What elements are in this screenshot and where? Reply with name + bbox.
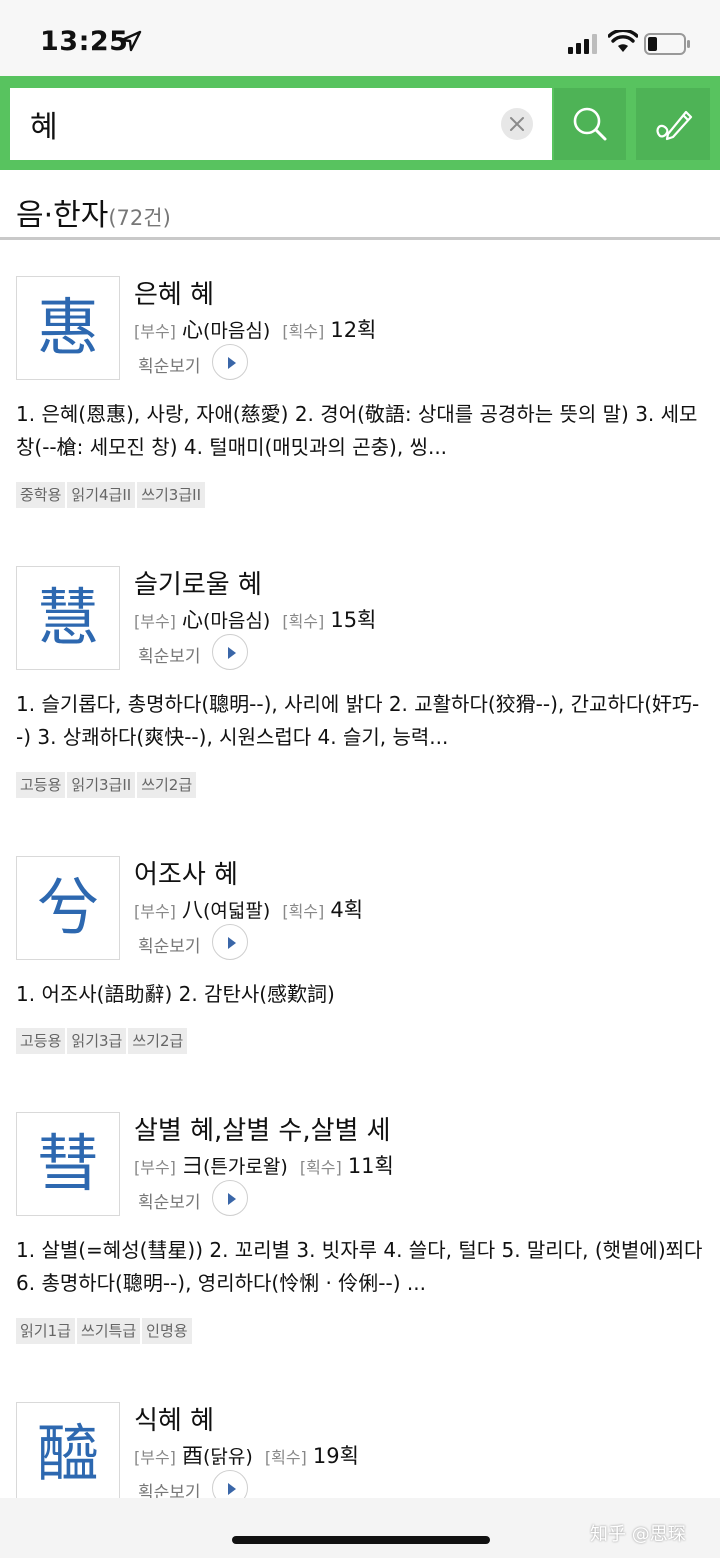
radical-char: 心	[181, 608, 203, 632]
search-box	[10, 88, 552, 160]
tag: 읽기3급	[67, 1028, 127, 1054]
radical-char: 心	[181, 318, 203, 342]
hanja-reading[interactable]: 살별 혜,살별 수,살별 세	[134, 1110, 391, 1147]
hanja-description: 1. 살별(=혜성(彗星)) 2. 꼬리별 3. 빗자루 4. 쓸다, 털다 5…	[16, 1238, 703, 1295]
stroke-count: 11획	[347, 1154, 394, 1178]
hanja-meta: [부수] 心(마음심) [획수] 15획	[134, 604, 376, 634]
radical-name: (마음심)	[202, 320, 271, 342]
stroke-order-play-button[interactable]	[212, 634, 248, 670]
radical-char: 八	[181, 898, 203, 922]
tag: 읽기1급	[16, 1318, 75, 1344]
hanja-reading[interactable]: 슬기로울 혜	[134, 564, 262, 601]
search-icon	[573, 107, 607, 141]
status-bar: 13:25	[0, 0, 720, 76]
radical-name: (닭유)	[202, 1446, 253, 1468]
hanja-character[interactable]: 兮	[16, 856, 120, 960]
search-input[interactable]	[30, 88, 490, 160]
tag-list: 중학용 읽기4급II 쓰기3급II	[16, 482, 207, 508]
radical-label: [부수]	[134, 1448, 176, 1467]
tag: 인명용	[142, 1318, 192, 1344]
hanja-description: 1. 슬기롭다, 총명하다(聰明--), 사리에 밝다 2. 교활하다(狡猾--…	[16, 692, 700, 749]
tag: 쓰기3급II	[137, 482, 205, 508]
strokes-label: [획수]	[264, 1448, 307, 1467]
wifi-icon	[608, 30, 638, 52]
tag-list: 고등용 읽기3급 쓰기2급	[16, 1028, 189, 1054]
stroke-count: 15획	[330, 608, 377, 632]
stroke-order-label: 획순보기	[138, 357, 201, 377]
radical-name: (튼가로왈)	[202, 1156, 288, 1178]
radical-label: [부수]	[134, 902, 176, 921]
section-title-text: 음·한자	[16, 198, 109, 233]
hanja-character[interactable]: 醯	[16, 1402, 120, 1506]
tag: 중학용	[16, 482, 66, 508]
tag: 읽기4급II	[67, 482, 136, 508]
location-arrow-icon	[120, 30, 142, 52]
result-count: (72건)	[108, 206, 171, 230]
stroke-order-play-button[interactable]	[212, 344, 248, 380]
hanja-meta: [부수] 心(마음심) [획수] 12획	[134, 314, 376, 344]
battery-icon	[644, 33, 690, 55]
search-bar	[0, 76, 720, 170]
stroke-order-label: 획순보기	[138, 1193, 201, 1213]
hanja-character[interactable]: 慧	[16, 566, 120, 670]
section-header: 음·한자(72건)	[0, 170, 720, 240]
stroke-count: 4획	[330, 898, 364, 922]
hanja-character[interactable]: 彗	[16, 1112, 120, 1216]
radical-name: (마음심)	[202, 610, 271, 632]
handwriting-pen-icon	[656, 110, 693, 141]
radical-label: [부수]	[134, 612, 176, 631]
hanja-meta: [부수] 八(여덟팔) [획수] 4획	[134, 894, 363, 924]
tag-list: 읽기1급 쓰기특급 인명용	[16, 1318, 194, 1344]
strokes-label: [획수]	[282, 612, 325, 631]
hanja-meta: [부수] 酉(닭유) [획수] 19획	[134, 1440, 359, 1470]
strokes-label: [획수]	[282, 902, 325, 921]
hanja-reading[interactable]: 식혜 혜	[134, 1400, 214, 1437]
tag: 고등용	[16, 772, 66, 798]
hanja-reading[interactable]: 어조사 혜	[134, 854, 238, 891]
stroke-order-play-button[interactable]	[212, 924, 248, 960]
watermark: 知乎 @思琛	[590, 1524, 686, 1545]
tag: 쓰기특급	[76, 1318, 141, 1344]
hanja-character[interactable]: 惠	[16, 276, 120, 380]
strokes-label: [획수]	[282, 322, 325, 341]
section-title: 음·한자(72건)	[16, 190, 171, 234]
tag: 쓰기2급	[137, 772, 197, 798]
stroke-order-label: 획순보기	[138, 937, 201, 957]
radical-name: (여덟팔)	[202, 900, 271, 922]
home-indicator[interactable]	[232, 1536, 490, 1544]
hanja-reading[interactable]: 은혜 혜	[134, 274, 214, 311]
clear-search-button[interactable]	[501, 108, 533, 140]
hanja-description: 1. 어조사(語助辭) 2. 감탄사(感歎詞)	[16, 982, 335, 1006]
hanja-meta: [부수] 彐(튼가로왈) [획수] 11획	[134, 1150, 394, 1180]
close-icon	[510, 117, 524, 131]
stroke-count: 12획	[330, 318, 377, 342]
tag: 고등용	[16, 1028, 66, 1054]
home-indicator-area: 知乎 @思琛	[0, 1498, 720, 1558]
strokes-label: [획수]	[299, 1158, 342, 1177]
tag: 쓰기2급	[128, 1028, 188, 1054]
handwriting-input-button[interactable]	[636, 88, 710, 160]
radical-label: [부수]	[134, 322, 176, 341]
search-button[interactable]	[554, 88, 626, 160]
cellular-signal-icon	[568, 34, 597, 54]
radical-label: [부수]	[134, 1158, 176, 1177]
tag-list: 고등용 읽기3급II 쓰기2급	[16, 772, 198, 798]
radical-char: 彐	[181, 1154, 203, 1178]
tag: 읽기3급II	[67, 772, 136, 798]
status-time: 13:25	[40, 26, 129, 57]
stroke-order-play-button[interactable]	[212, 1180, 248, 1216]
hanja-description: 1. 은혜(恩惠), 사랑, 자애(慈愛) 2. 경어(敬語: 상대를 공경하는…	[16, 402, 698, 459]
radical-char: 酉	[181, 1444, 203, 1468]
stroke-order-label: 획순보기	[138, 647, 201, 667]
stroke-count: 19획	[312, 1444, 359, 1468]
